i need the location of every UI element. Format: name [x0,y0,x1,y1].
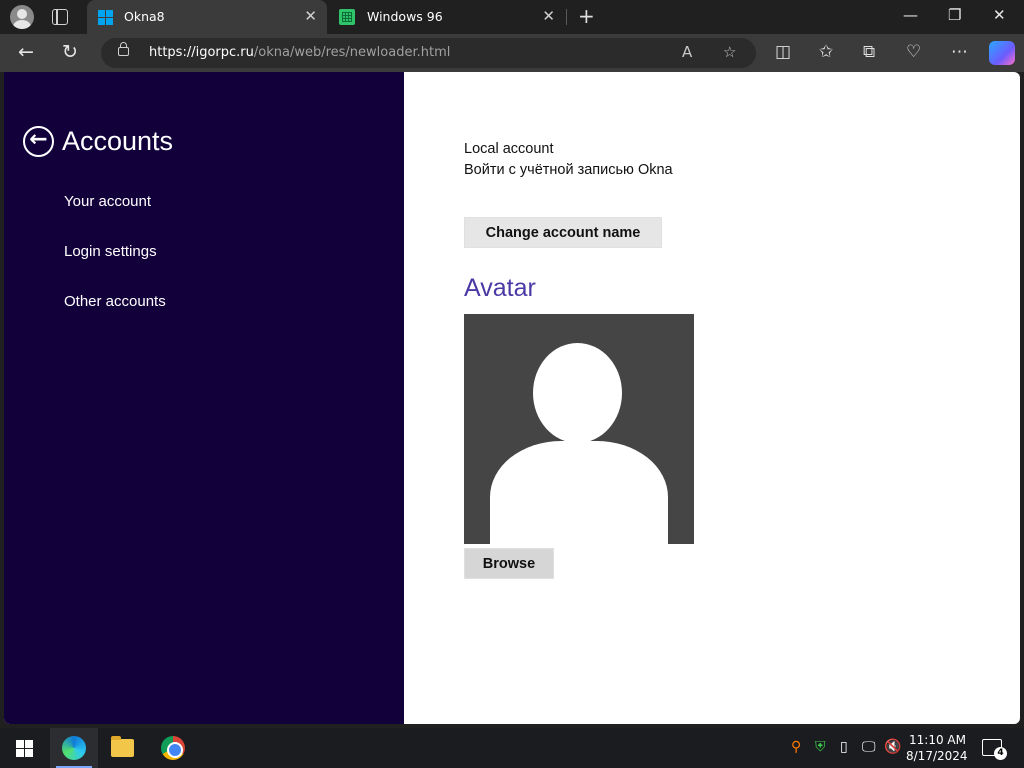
taskbar-edge[interactable] [50,728,98,768]
windows-logo-icon [98,10,113,25]
more-options-icon[interactable]: ⋯ [951,42,968,62]
avatar-head-shape [533,343,622,443]
new-tab-button[interactable]: + [578,4,595,28]
clock-time: 11:10 AM [909,733,966,747]
chrome-icon [161,736,185,760]
avatar-body-shape [490,441,668,544]
battery-icon[interactable]: ▯ [840,739,848,755]
security-shield-icon[interactable]: ⛨ [815,739,826,755]
system-clock[interactable]: 11:10 AM 8/17/2024 [906,732,968,764]
taskbar-file-explorer[interactable] [99,728,147,768]
close-tab-icon[interactable]: ✕ [542,7,555,25]
taskbar-chrome[interactable] [149,728,197,768]
clock-date: 8/17/2024 [906,749,968,763]
sidebar-item-other-accounts[interactable]: Other accounts [64,293,166,310]
split-screen-icon[interactable]: ◫ [775,42,791,62]
refresh-button[interactable]: ↻ [62,41,78,63]
back-button[interactable]: ← [18,41,34,63]
account-content: Local account Войти с учётной записью Ok… [464,72,1020,724]
browse-button[interactable]: Browse [464,548,554,579]
settings-sidebar: ← Accounts Your account Login settings O… [4,72,404,724]
browser-tab-strip: Okna8 ✕ Windows 96 ✕ + — ❐ ✕ [0,0,1024,34]
minimize-button[interactable]: — [903,6,918,24]
close-tab-icon[interactable]: ✕ [304,7,317,25]
read-aloud-icon[interactable]: A [682,43,692,61]
tab-actions-icon[interactable] [52,9,68,25]
sidebar-item-your-account[interactable]: Your account [64,193,151,210]
network-icon[interactable]: 🖵 [862,739,876,755]
tab-title: Windows 96 [367,9,443,24]
account-type-label: Local account [464,141,554,157]
login-hint-link[interactable]: Войти с учётной записью Okna [464,162,673,178]
notification-center-icon[interactable]: 4 [982,739,1007,760]
browser-toolbar: ← ↻ https://igorpc.ru/okna/web/res/newlo… [0,34,1024,72]
windows96-logo-icon [339,9,355,25]
web-page: ← Accounts Your account Login settings O… [4,72,1020,724]
lock-icon[interactable] [118,42,129,56]
change-account-name-button[interactable]: Change account name [464,217,662,248]
avatar-heading: Avatar [464,274,536,302]
browser-essentials-icon[interactable]: ♡ [906,42,921,62]
copilot-icon[interactable] [989,41,1015,65]
url-text[interactable]: https://igorpc.ru/okna/web/res/newloader… [149,45,450,60]
collections-icon[interactable]: ⧉ [863,42,875,62]
page-title: Accounts [62,126,174,156]
edge-icon [62,736,86,760]
tab-okna8[interactable]: Okna8 ✕ [87,0,327,34]
tab-windows96[interactable]: Windows 96 ✕ [330,0,565,34]
close-window-button[interactable]: ✕ [993,6,1006,24]
restore-button[interactable]: ❐ [948,6,961,24]
taskbar: ⚲ ⛨ ▯ 🖵 🔇 11:10 AM 8/17/2024 4 [0,728,1024,768]
volume-muted-icon[interactable]: 🔇 [884,739,901,755]
sidebar-item-login-settings[interactable]: Login settings [64,243,157,260]
back-arrow-icon[interactable]: ← [23,126,54,157]
favorites-icon[interactable]: ✩ [819,42,833,62]
address-bar[interactable]: https://igorpc.ru/okna/web/res/newloader… [101,38,756,68]
tab-separator [566,9,567,25]
avatar-image [464,314,694,544]
start-button[interactable] [16,740,33,757]
tab-title: Okna8 [124,9,165,24]
search-icon[interactable]: ⚲ [791,739,801,755]
notification-count-badge: 4 [994,747,1007,760]
folder-icon [111,736,134,757]
profile-icon[interactable] [10,5,34,29]
favorite-star-icon[interactable]: ☆ [723,43,736,61]
